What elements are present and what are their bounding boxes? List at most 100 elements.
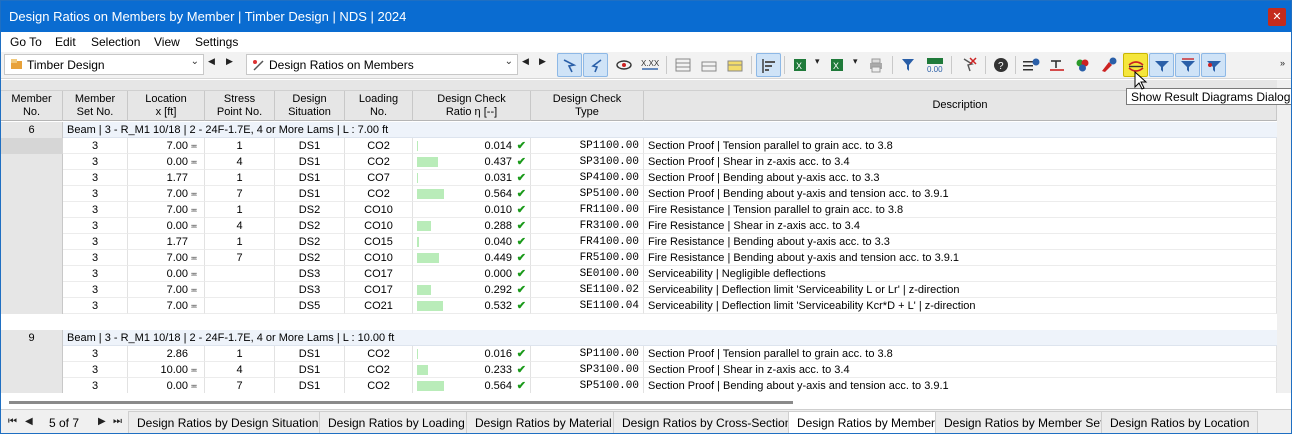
scrollbar-thumb[interactable] xyxy=(9,401,793,404)
cell-check-type[interactable]: FR1100.00 xyxy=(531,202,644,218)
highlight-table-button[interactable] xyxy=(723,53,748,77)
table-row[interactable]: 3 7.00 ≖ 7 DS2 CO10 0.449 ✔ FR5100.00 Fire Resist… xyxy=(1,250,1277,266)
next-result-icon[interactable]: ▶ xyxy=(539,56,546,67)
cell-description[interactable]: Fire Resistance | Bending about y-axis a… xyxy=(644,234,1277,250)
cell-description[interactable]: Serviceability | Negligible deflections xyxy=(644,266,1277,282)
cell-member-set[interactable]: 3 xyxy=(63,346,128,362)
prev-module-icon[interactable]: ◀ xyxy=(208,56,215,67)
cell-location[interactable]: 10.00 ≖ xyxy=(128,362,205,378)
cell-design-situation[interactable]: DS3 xyxy=(275,282,345,298)
table-row[interactable]: 3 0.00 ≖ DS3 CO17 0.000 ✔ SE0100.00 Serviceabili… xyxy=(1,266,1277,282)
last-page-icon[interactable]: ⏭ xyxy=(113,416,122,427)
cell-description[interactable]: Section Proof | Shear in z-axis acc. to … xyxy=(644,362,1277,378)
result-combo[interactable]: Design Ratios on Members ⌄ xyxy=(246,54,518,75)
cell-member-set[interactable]: 3 xyxy=(63,378,128,393)
cell-ratio[interactable]: 0.016 ✔ xyxy=(413,346,531,362)
cell-design-situation[interactable]: DS3 xyxy=(275,266,345,282)
cell-location[interactable]: 7.00 ≖ xyxy=(128,138,205,154)
tab-design-ratios-by-material[interactable]: Design Ratios by Material xyxy=(466,411,621,433)
cell-description[interactable]: Fire Resistance | Tension parallel to gr… xyxy=(644,202,1277,218)
cell-loading[interactable]: CO10 xyxy=(345,250,413,266)
view-results-button[interactable] xyxy=(612,53,637,77)
cell-stress-point[interactable]: 7 xyxy=(205,186,275,202)
cell-loading[interactable]: CO10 xyxy=(345,218,413,234)
cell-stress-point[interactable]: 1 xyxy=(205,202,275,218)
deselect-button[interactable] xyxy=(957,53,982,77)
cell-loading[interactable]: CO17 xyxy=(345,266,413,282)
more-icon[interactable]: » xyxy=(1280,58,1285,68)
cell-design-situation[interactable]: DS5 xyxy=(275,298,345,314)
cell-ratio[interactable]: 0.449 ✔ xyxy=(413,250,531,266)
cell-member-set[interactable]: 3 xyxy=(63,186,128,202)
table-row[interactable]: 3 7.00 ≖ 7 DS1 CO2 0.564 ✔ SP5100.00 Section Proo… xyxy=(1,186,1277,202)
cell-location[interactable]: 2.86 xyxy=(128,346,205,362)
col-header-location[interactable]: Location x [ft] xyxy=(128,91,205,121)
cell-location[interactable]: 7.00 ≖ xyxy=(128,186,205,202)
member-info-button[interactable] xyxy=(1097,53,1122,77)
cell-description[interactable]: Section Proof | Bending about y-axis and… xyxy=(644,186,1277,202)
cell-stress-point[interactable]: 4 xyxy=(205,218,275,234)
cell-location[interactable]: 0.00 ≖ xyxy=(128,266,205,282)
cell-member-set[interactable]: 3 xyxy=(63,154,128,170)
table-row[interactable]: 3 0.00 ≖ 4 DS2 CO10 0.288 ✔ FR3100.00 Fire Resist… xyxy=(1,218,1277,234)
member-group-header[interactable]: Beam | 3 - R_M1 10/18 | 2 - 24F-1.7E, 4 … xyxy=(63,330,1277,346)
cell-location[interactable]: 7.00 ≖ xyxy=(128,250,205,266)
cell-loading[interactable]: CO2 xyxy=(345,362,413,378)
cell-description[interactable]: Serviceability | Deflection limit 'Servi… xyxy=(644,282,1277,298)
cell-location[interactable]: 0.00 ≖ xyxy=(128,378,205,393)
cell-check-type[interactable]: SE1100.02 xyxy=(531,282,644,298)
excel-import-button[interactable]: X xyxy=(826,53,851,77)
menu-selection[interactable]: Selection xyxy=(91,35,140,49)
cell-loading[interactable]: CO17 xyxy=(345,282,413,298)
cell-location[interactable]: 0.00 ≖ xyxy=(128,218,205,234)
filter-pin-button[interactable] xyxy=(1201,53,1226,77)
decimal-button[interactable]: 0.00 xyxy=(923,53,948,77)
cell-member-set[interactable]: 3 xyxy=(63,250,128,266)
cell-member-set[interactable]: 3 xyxy=(63,218,128,234)
cell-loading[interactable]: CO7 xyxy=(345,170,413,186)
table-row[interactable]: 3 1.77 1 DS2 CO15 0.040 ✔ FR4100.00 Fire Resista… xyxy=(1,234,1277,250)
cell-stress-point[interactable] xyxy=(205,266,275,282)
cell-check-type[interactable]: FR3100.00 xyxy=(531,218,644,234)
cell-stress-point[interactable]: 7 xyxy=(205,378,275,393)
next-page-icon[interactable]: ▶ xyxy=(98,416,106,427)
cell-member-set[interactable]: 3 xyxy=(63,282,128,298)
cell-ratio[interactable]: 0.292 ✔ xyxy=(413,282,531,298)
cell-loading[interactable]: CO21 xyxy=(345,298,413,314)
cell-design-situation[interactable]: DS1 xyxy=(275,378,345,393)
cell-ratio[interactable]: 0.288 ✔ xyxy=(413,218,531,234)
cell-member-set[interactable]: 3 xyxy=(63,266,128,282)
print-button[interactable] xyxy=(864,53,889,77)
cell-loading[interactable]: CO15 xyxy=(345,234,413,250)
table-row[interactable]: 3 0.00 ≖ 7 DS1 CO2 0.564 ✔ SP5100.00 Section Proo… xyxy=(1,378,1277,393)
cell-description[interactable]: Section Proof | Bending about y-axis acc… xyxy=(644,170,1277,186)
prev-page-icon[interactable]: ◀ xyxy=(25,416,33,427)
cell-design-situation[interactable]: DS1 xyxy=(275,186,345,202)
cell-member-set[interactable]: 3 xyxy=(63,298,128,314)
menu-edit[interactable]: Edit xyxy=(55,35,76,49)
menu-view[interactable]: View xyxy=(154,35,180,49)
cell-design-situation[interactable]: DS1 xyxy=(275,170,345,186)
cell-design-situation[interactable]: DS2 xyxy=(275,250,345,266)
module-combo[interactable]: Timber Design ⌄ xyxy=(4,54,204,75)
cell-check-type[interactable]: SE1100.04 xyxy=(531,298,644,314)
col-header-member-no[interactable]: Member No. xyxy=(1,91,63,121)
prev-result-icon[interactable]: ◀ xyxy=(522,56,529,67)
cell-location[interactable]: 0.00 ≖ xyxy=(128,154,205,170)
cell-design-situation[interactable]: DS2 xyxy=(275,234,345,250)
jump-to-button[interactable] xyxy=(583,53,608,77)
cell-location[interactable]: 7.00 ≖ xyxy=(128,282,205,298)
export-button[interactable] xyxy=(697,53,722,77)
cell-ratio[interactable]: 0.564 ✔ xyxy=(413,378,531,393)
cell-location[interactable]: 7.00 ≖ xyxy=(128,298,205,314)
horizontal-scrollbar[interactable] xyxy=(1,393,1291,409)
filter-down-button[interactable] xyxy=(1149,53,1174,77)
next-module-icon[interactable]: ▶ xyxy=(226,56,233,67)
col-header-loading[interactable]: Loading No. xyxy=(345,91,413,121)
table-row[interactable]: 3 10.00 ≖ 4 DS1 CO2 0.233 ✔ SP3100.00 Section Pro… xyxy=(1,362,1277,378)
cell-check-type[interactable]: SE0100.00 xyxy=(531,266,644,282)
cell-description[interactable]: Section Proof | Tension parallel to grai… xyxy=(644,138,1277,154)
cell-stress-point[interactable]: 4 xyxy=(205,154,275,170)
cell-design-situation[interactable]: DS1 xyxy=(275,138,345,154)
tab-design-ratios-by-design-situation[interactable]: Design Ratios by Design Situation xyxy=(128,411,328,433)
